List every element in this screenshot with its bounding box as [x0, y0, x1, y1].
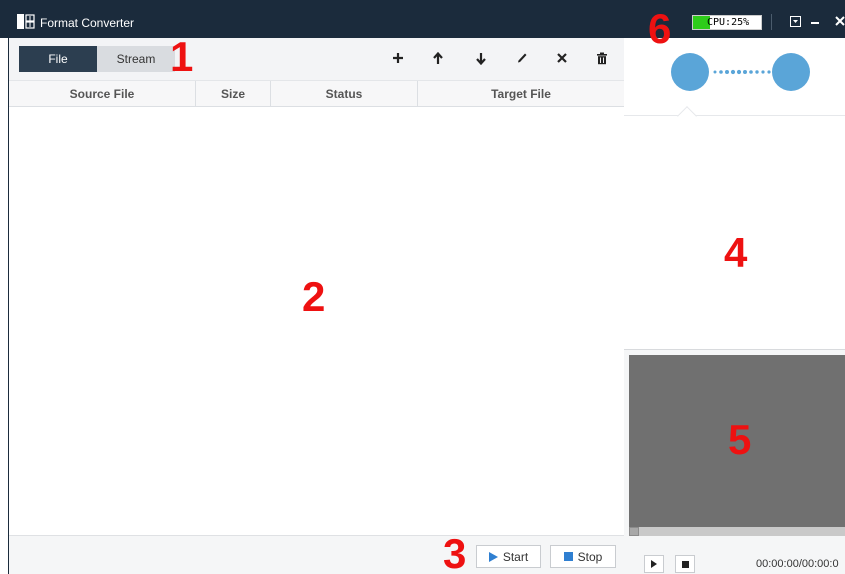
annotation-marker-6: 6: [648, 5, 672, 52]
column-source-file[interactable]: Source File: [9, 81, 196, 107]
close-button[interactable]: [831, 12, 845, 30]
annotation-marker-3: 3: [443, 530, 467, 574]
stop-button[interactable]: Stop: [550, 545, 616, 568]
column-target-file[interactable]: Target File: [418, 81, 624, 107]
minimize-button[interactable]: [806, 12, 824, 30]
side-panel: 00:00:00/00:00:0: [624, 38, 845, 574]
edit-icon: [518, 53, 527, 63]
annotation-marker-5: 5: [728, 416, 752, 463]
remove-icon: [557, 53, 567, 63]
titlebar-divider: [771, 14, 772, 30]
stop-icon: [563, 552, 573, 561]
source-tabs: File Stream: [19, 46, 175, 72]
seek-bar[interactable]: [629, 527, 845, 536]
menu-dropdown-icon: [789, 15, 801, 27]
flow-dots-icon: [713, 69, 771, 75]
preview-play-button[interactable]: [644, 555, 664, 573]
column-size[interactable]: Size: [196, 81, 271, 107]
move-down-icon: [476, 52, 486, 65]
window-title: Format Converter: [40, 16, 135, 30]
tab-stream[interactable]: Stream: [97, 46, 175, 72]
close-icon: [835, 16, 845, 26]
file-table-header: Source File Size Status Target File: [9, 80, 625, 107]
add-button[interactable]: [390, 50, 406, 66]
seek-handle[interactable]: [629, 527, 639, 536]
play-icon: [651, 560, 657, 568]
trash-icon: [597, 52, 607, 64]
stop-icon: [681, 560, 689, 568]
annotation-marker-2: 2: [302, 273, 326, 320]
tab-file[interactable]: File: [19, 46, 97, 72]
start-button[interactable]: Start: [476, 545, 541, 568]
start-button-label: Start: [502, 549, 529, 564]
preview-stop-button[interactable]: [675, 555, 695, 573]
toolbar: File Stream: [9, 38, 625, 80]
target-node-icon: [772, 53, 810, 91]
add-icon: [393, 53, 403, 63]
file-list[interactable]: [9, 107, 625, 535]
move-up-icon: [433, 51, 443, 64]
action-footer: Start Stop: [9, 535, 625, 574]
annotation-marker-1: 1: [170, 33, 194, 80]
column-status[interactable]: Status: [271, 81, 418, 107]
cpu-usage-label: CPU:25%: [707, 17, 750, 28]
minimize-icon: [811, 22, 819, 24]
menu-dropdown-button[interactable]: [786, 12, 804, 30]
title-bar: Format Converter CPU:25%: [0, 0, 845, 38]
annotation-marker-4: 4: [724, 229, 748, 276]
app-icon: [17, 14, 35, 29]
cpu-usage-meter: CPU:25%: [692, 15, 762, 30]
source-node-icon: [671, 53, 709, 91]
edit-button[interactable]: [514, 50, 530, 66]
move-down-button[interactable]: [473, 50, 489, 66]
clear-all-button[interactable]: [594, 50, 610, 66]
remove-button[interactable]: [554, 50, 570, 66]
play-icon: [488, 551, 498, 562]
stop-button-label: Stop: [577, 549, 603, 564]
move-up-button[interactable]: [430, 50, 446, 66]
playback-time: 00:00:00/00:00:0: [756, 558, 839, 570]
